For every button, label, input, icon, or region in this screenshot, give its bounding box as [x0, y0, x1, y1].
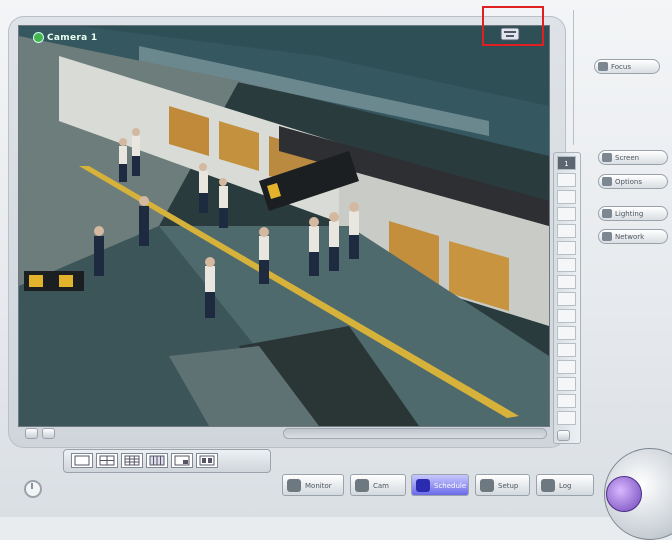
power-button[interactable]	[24, 480, 42, 498]
camera-name: Camera 1	[47, 33, 98, 43]
nine-view-button[interactable]	[121, 453, 143, 468]
channel-button[interactable]	[557, 394, 576, 408]
pip-view-icon	[174, 455, 190, 466]
channel-button[interactable]	[557, 258, 576, 272]
schedule-icon	[416, 479, 430, 492]
record-indicator-icon[interactable]	[500, 27, 520, 41]
camera-view[interactable]: Camera 1	[18, 25, 550, 427]
channel-button[interactable]	[557, 275, 576, 289]
options-button[interactable]: Options	[598, 174, 668, 189]
setup-label: Setup	[498, 482, 519, 490]
camera-button[interactable]: Cam	[350, 474, 406, 496]
sixteen-view-icon	[149, 455, 165, 466]
monitor-label: Monitor	[305, 482, 332, 490]
channel-button[interactable]	[557, 224, 576, 238]
setup-button[interactable]: Setup	[475, 474, 530, 496]
camera-label-text: Cam	[373, 482, 389, 490]
surveillance-scene	[19, 26, 549, 426]
audio-icon[interactable]	[42, 428, 55, 439]
channel-button[interactable]	[557, 309, 576, 323]
application-window: Camera 1 Focus Screen Options Lighting N…	[0, 0, 672, 540]
channel-button[interactable]	[557, 343, 576, 357]
ptz-dial-center[interactable]	[606, 476, 642, 512]
camera-label: Camera 1	[33, 32, 97, 43]
channel-button[interactable]	[557, 207, 576, 221]
channel-button[interactable]	[557, 173, 576, 187]
nine-view-icon	[124, 455, 140, 466]
single-view-button[interactable]	[71, 453, 93, 468]
layout-toolbar	[63, 449, 271, 473]
focus-icon	[598, 62, 608, 71]
channel-button[interactable]	[557, 292, 576, 306]
monitor-icon	[287, 479, 301, 492]
channel-button[interactable]	[557, 360, 576, 374]
screen-button[interactable]: Screen	[598, 150, 668, 165]
network-label: Network	[615, 233, 645, 241]
channel-button[interactable]	[557, 411, 576, 425]
status-bar	[283, 428, 547, 439]
camera-icon	[355, 479, 369, 492]
camera-status-icon	[33, 32, 44, 43]
focus-label: Focus	[611, 63, 631, 71]
focus-button[interactable]: Focus	[594, 59, 660, 74]
sixteen-view-button[interactable]	[146, 453, 168, 468]
schedule-label: Schedule	[434, 482, 467, 490]
schedule-button[interactable]: Schedule	[411, 474, 469, 496]
snapshot-icon[interactable]	[25, 428, 38, 439]
quad-view-icon	[99, 455, 115, 466]
lighting-button[interactable]: Lighting	[598, 206, 668, 221]
monitor-button[interactable]: Monitor	[282, 474, 344, 496]
lighting-label: Lighting	[615, 210, 644, 218]
options-label: Options	[615, 178, 643, 186]
network-icon	[602, 232, 612, 241]
options-icon	[602, 177, 612, 186]
channel-button-active[interactable]: 1	[557, 156, 576, 170]
log-label: Log	[559, 482, 572, 490]
scan-view-icon	[199, 455, 215, 466]
single-view-icon	[74, 455, 90, 466]
log-button[interactable]: Log	[536, 474, 594, 496]
channel-button[interactable]	[557, 190, 576, 204]
setup-icon	[480, 479, 494, 492]
screen-label: Screen	[615, 154, 640, 162]
log-icon	[541, 479, 555, 492]
pip-view-button[interactable]	[171, 453, 193, 468]
channel-selector: 1	[553, 152, 581, 444]
screen-icon	[602, 153, 612, 162]
panel-divider	[573, 10, 574, 145]
quad-view-button[interactable]	[96, 453, 118, 468]
channel-scroll-icon[interactable]	[557, 430, 570, 441]
lighting-icon	[602, 209, 612, 218]
channel-button[interactable]	[557, 377, 576, 391]
scan-view-button[interactable]	[196, 453, 218, 468]
channel-button[interactable]	[557, 326, 576, 340]
network-button[interactable]: Network	[598, 229, 668, 244]
channel-button[interactable]	[557, 241, 576, 255]
